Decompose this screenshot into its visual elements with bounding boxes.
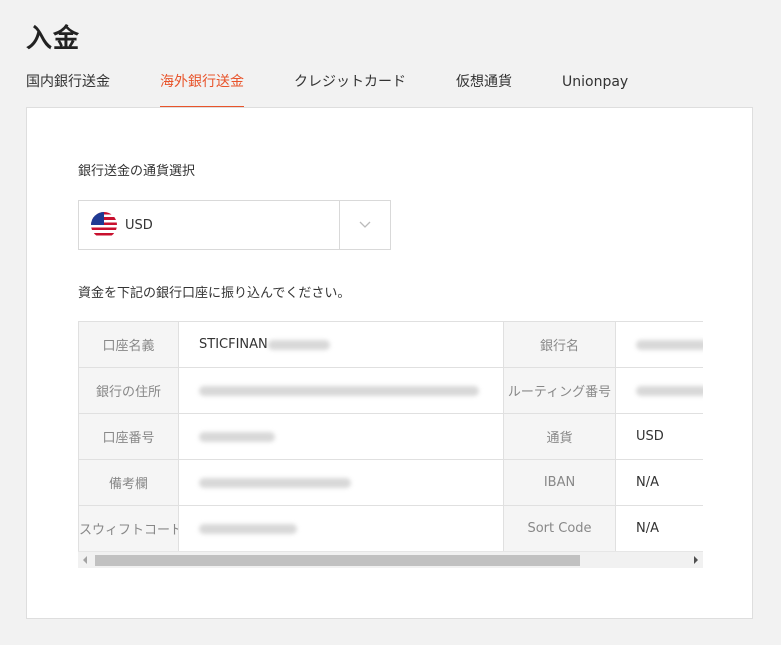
payment-method-tabs: 国内銀行送金 海外銀行送金 クレジットカード 仮想通貨 Unionpay <box>26 72 678 109</box>
tab-domestic-bank-transfer[interactable]: 国内銀行送金 <box>26 72 110 109</box>
deposit-card: 銀行送金の通貨選択 USD 資金を下記の銀行口座に振り込んでください。 口座名義… <box>26 107 753 619</box>
tab-credit-card[interactable]: クレジットカード <box>294 72 406 109</box>
transfer-instruction: 資金を下記の銀行口座に振り込んでください。 <box>78 286 351 301</box>
bank-details-table-wrap: 口座名義 STICFINAN 銀行名 銀行の住所 ルーティング番号 口座番号 通… <box>78 321 703 567</box>
table-row: 口座番号 通貨 USD <box>78 413 703 460</box>
table-row: 口座名義 STICFINAN 銀行名 <box>78 321 703 368</box>
bank-address-value <box>178 367 504 414</box>
tab-overseas-bank-transfer[interactable]: 海外銀行送金 <box>160 72 244 109</box>
currency-cell-value: USD <box>615 413 703 460</box>
chevron-down-icon[interactable] <box>358 217 372 231</box>
table-row: スウィフトコード Sort Code N/A <box>78 505 703 552</box>
remarks-value <box>178 459 504 506</box>
scroll-left-arrow-icon[interactable] <box>83 556 87 564</box>
select-divider <box>339 201 340 249</box>
row-label-sort-code: Sort Code <box>503 505 616 552</box>
scrollbar-thumb[interactable] <box>95 555 580 566</box>
tab-crypto[interactable]: 仮想通貨 <box>456 72 512 109</box>
table-horizontal-scrollbar[interactable] <box>78 551 703 568</box>
scroll-right-arrow-icon[interactable] <box>694 556 698 564</box>
us-flag-icon <box>91 212 117 238</box>
bank-details-table: 口座名義 STICFINAN 銀行名 銀行の住所 ルーティング番号 口座番号 通… <box>78 321 703 552</box>
redacted-text <box>636 339 703 350</box>
swift-code-value <box>178 505 504 552</box>
tab-unionpay[interactable]: Unionpay <box>562 72 628 109</box>
currency-select-label: 銀行送金の通貨選択 <box>78 164 196 179</box>
redacted-text <box>199 385 479 396</box>
redacted-text <box>199 431 275 442</box>
redacted-text <box>199 477 351 488</box>
bank-name-value <box>615 321 703 368</box>
row-label-remarks: 備考欄 <box>78 459 179 506</box>
currency-select[interactable]: USD <box>78 200 391 250</box>
table-row: 銀行の住所 ルーティング番号 <box>78 367 703 414</box>
row-label-swift-code: スウィフトコード <box>78 505 179 552</box>
row-label-iban: IBAN <box>503 459 616 506</box>
page-title: 入金 <box>26 24 81 54</box>
table-row: 備考欄 IBAN N/A <box>78 459 703 506</box>
account-number-value <box>178 413 504 460</box>
redacted-text <box>636 385 703 396</box>
row-label-currency: 通貨 <box>503 413 616 460</box>
row-label-account-number: 口座番号 <box>78 413 179 460</box>
redacted-text <box>199 523 297 534</box>
row-label-account-name: 口座名義 <box>78 321 179 368</box>
row-label-bank-name: 銀行名 <box>503 321 616 368</box>
row-label-bank-address: 銀行の住所 <box>78 367 179 414</box>
redacted-text <box>267 339 330 350</box>
iban-value: N/A <box>615 459 703 506</box>
routing-number-value <box>615 367 703 414</box>
currency-value: USD <box>125 217 153 233</box>
sort-code-value: N/A <box>615 505 703 552</box>
row-label-routing-number: ルーティング番号 <box>503 367 616 414</box>
account-name-value: STICFINAN <box>178 321 504 368</box>
